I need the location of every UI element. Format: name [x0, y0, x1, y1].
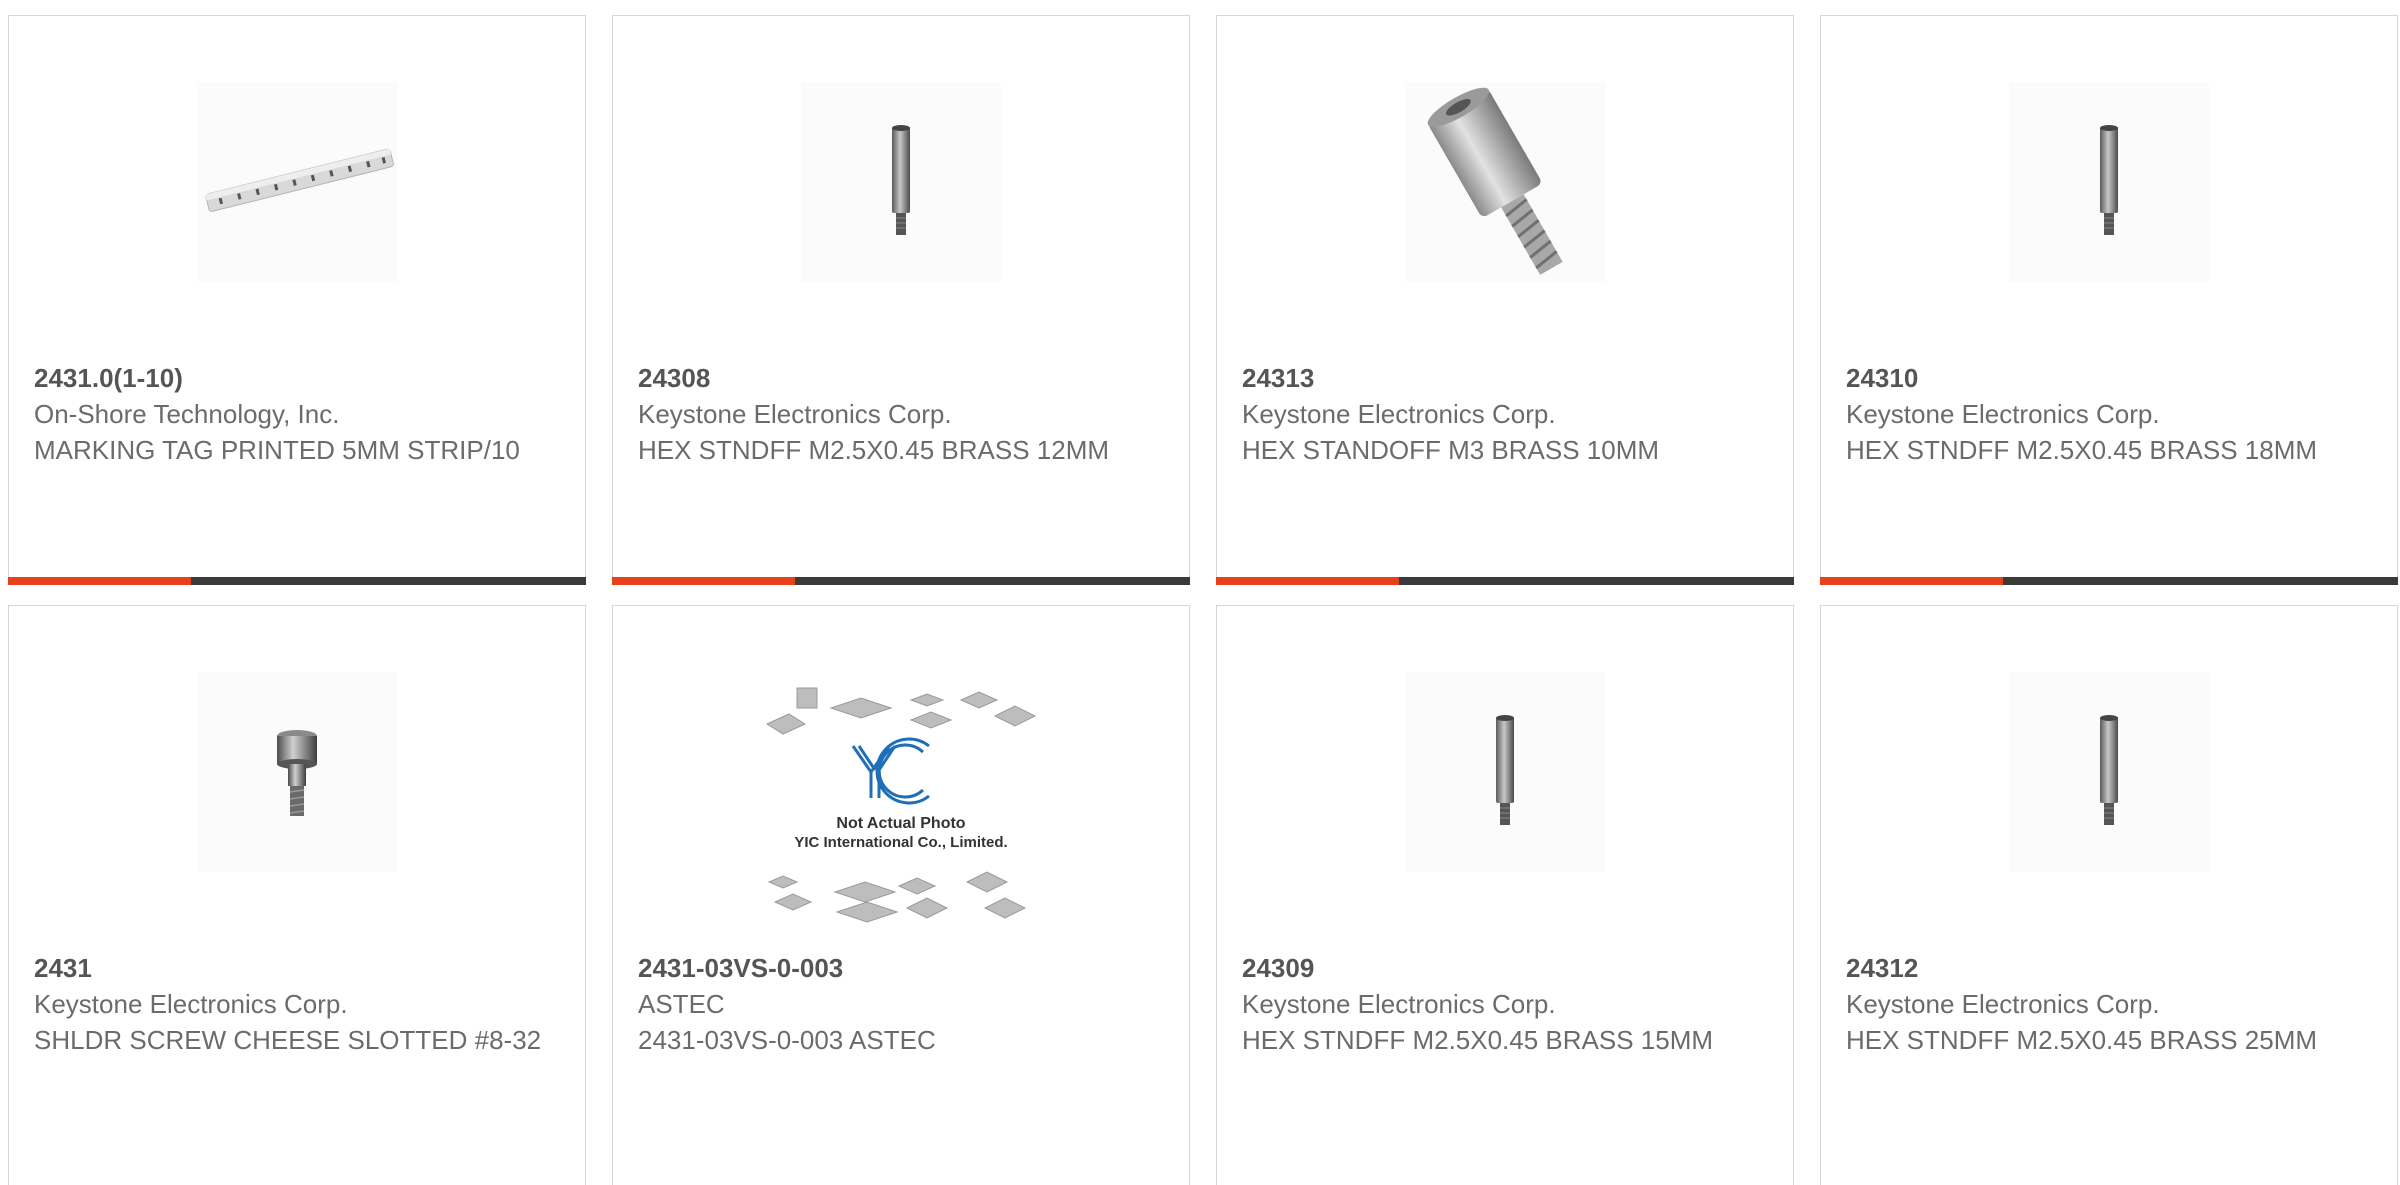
product-info: 24312 Keystone Electronics Corp. HEX STN… [1846, 950, 2372, 1058]
card-footer-accent [1820, 577, 2003, 585]
shoulder-screw-icon [277, 730, 317, 816]
manufacturer: Keystone Electronics Corp. [34, 989, 348, 1019]
part-number[interactable]: 24312 [1846, 950, 2372, 986]
placeholder-line1: Not Actual Photo [836, 815, 965, 832]
hex-standoff-icon [892, 125, 910, 235]
description: 2431-03VS-0-003 ASTEC [638, 1025, 936, 1055]
product-image[interactable] [1405, 672, 1605, 872]
product-info: 24313 Keystone Electronics Corp. HEX STA… [1242, 360, 1768, 468]
placeholder-image-icon: Not Actual Photo YIC International Co., … [765, 687, 1037, 923]
part-number[interactable]: 2431.0(1-10) [34, 360, 560, 396]
marking-tag-strip-icon [205, 148, 394, 212]
manufacturer: Keystone Electronics Corp. [1846, 399, 2160, 429]
manufacturer: Keystone Electronics Corp. [1242, 989, 1556, 1019]
hex-standoff-large-icon [1427, 87, 1563, 275]
product-card[interactable]: 24309 Keystone Electronics Corp. HEX STN… [1216, 605, 1794, 1185]
description: HEX STNDFF M2.5X0.45 BRASS 18MM [1846, 435, 2318, 465]
manufacturer: ASTEC [638, 989, 725, 1019]
card-footer-bar [1820, 577, 2398, 585]
product-image[interactable] [197, 672, 397, 872]
manufacturer: Keystone Electronics Corp. [1242, 399, 1556, 429]
card-footer-accent [1216, 577, 1399, 585]
product-info: 2431.0(1-10) On-Shore Technology, Inc. M… [34, 360, 560, 468]
part-number[interactable]: 24309 [1242, 950, 1768, 986]
product-info: 24309 Keystone Electronics Corp. HEX STN… [1242, 950, 1768, 1058]
product-card[interactable]: 24313 Keystone Electronics Corp. HEX STA… [1216, 15, 1794, 585]
card-footer-accent [612, 577, 795, 585]
part-number[interactable]: 24310 [1846, 360, 2372, 396]
product-card[interactable]: 24312 Keystone Electronics Corp. HEX STN… [1820, 605, 2398, 1185]
card-footer-bar [612, 577, 1190, 585]
part-number[interactable]: 24313 [1242, 360, 1768, 396]
manufacturer: Keystone Electronics Corp. [638, 399, 952, 429]
product-card[interactable]: 2431 Keystone Electronics Corp. SHLDR SC… [8, 605, 586, 1185]
description: HEX STNDFF M2.5X0.45 BRASS 15MM [1242, 1025, 1714, 1055]
product-image[interactable] [2009, 82, 2209, 282]
description: HEX STANDOFF M3 BRASS 10MM [1242, 435, 1660, 465]
manufacturer: On-Shore Technology, Inc. [34, 399, 340, 429]
product-grid: 2431.0(1-10) On-Shore Technology, Inc. M… [0, 0, 2400, 1185]
product-card[interactable]: 2431.0(1-10) On-Shore Technology, Inc. M… [8, 15, 586, 585]
card-footer-bar [8, 577, 586, 585]
description: HEX STNDFF M2.5X0.45 BRASS 12MM [638, 435, 1110, 465]
description: SHLDR SCREW CHEESE SLOTTED #8-32 [34, 1025, 542, 1055]
product-image[interactable]: Not Actual Photo YIC International Co., … [761, 686, 1041, 926]
product-card[interactable]: 24310 Keystone Electronics Corp. HEX STN… [1820, 15, 2398, 585]
product-card[interactable]: Not Actual Photo YIC International Co., … [612, 605, 1190, 1185]
placeholder-line2: YIC International Co., Limited. [794, 834, 1007, 851]
product-image[interactable] [2009, 672, 2209, 872]
description: MARKING TAG PRINTED 5MM STRIP/10 [34, 435, 520, 465]
part-number[interactable]: 24308 [638, 360, 1164, 396]
product-info: 24310 Keystone Electronics Corp. HEX STN… [1846, 360, 2372, 468]
product-info: 2431-03VS-0-003 ASTEC 2431-03VS-0-003 AS… [638, 950, 1164, 1058]
card-footer-accent [8, 577, 191, 585]
card-footer-bar [1216, 577, 1794, 585]
product-card[interactable]: 24308 Keystone Electronics Corp. HEX STN… [612, 15, 1190, 585]
product-info: 24308 Keystone Electronics Corp. HEX STN… [638, 360, 1164, 468]
hex-standoff-icon [1496, 715, 1514, 825]
description: HEX STNDFF M2.5X0.45 BRASS 25MM [1846, 1025, 2318, 1055]
product-image[interactable] [801, 82, 1001, 282]
hex-standoff-icon [2100, 125, 2118, 235]
product-image[interactable] [197, 82, 397, 282]
part-number[interactable]: 2431-03VS-0-003 [638, 950, 1164, 986]
product-image[interactable] [1405, 82, 1605, 282]
hex-standoff-icon [2100, 715, 2118, 825]
product-info: 2431 Keystone Electronics Corp. SHLDR SC… [34, 950, 560, 1058]
manufacturer: Keystone Electronics Corp. [1846, 989, 2160, 1019]
part-number[interactable]: 2431 [34, 950, 560, 986]
